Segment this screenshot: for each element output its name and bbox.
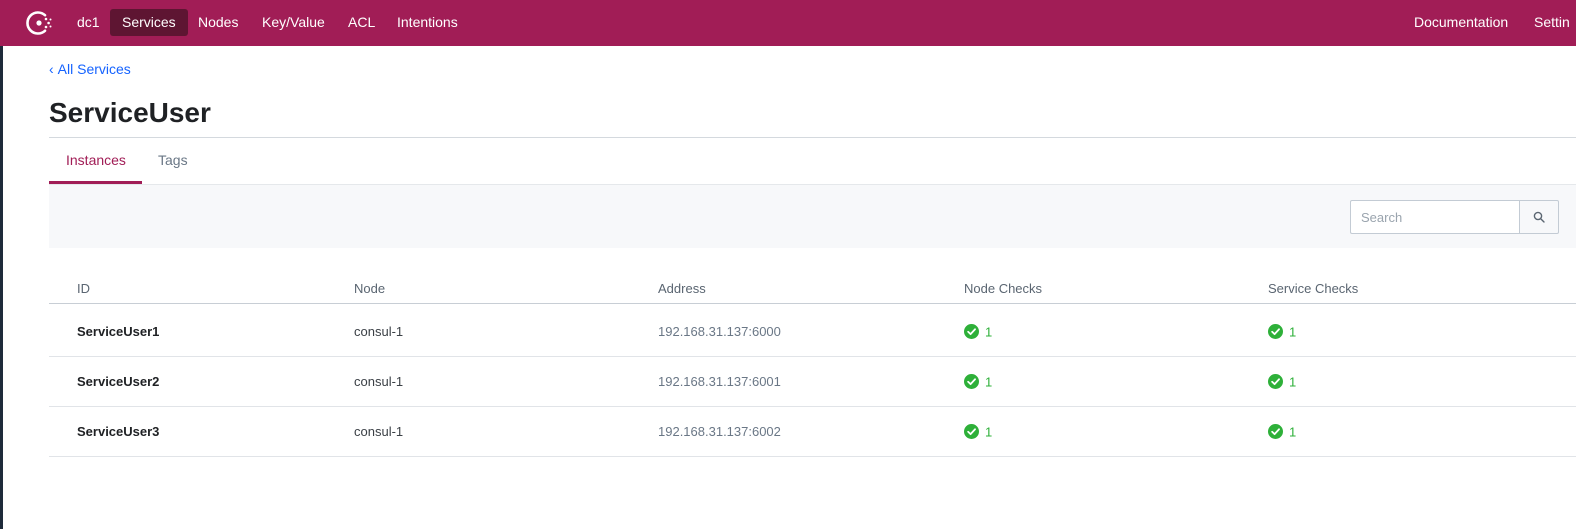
service-checks-count: 1 bbox=[1289, 324, 1297, 340]
nav-acl[interactable]: ACL bbox=[336, 9, 387, 36]
page-title: ServiceUser bbox=[49, 97, 211, 128]
nav-intentions[interactable]: Intentions bbox=[385, 9, 470, 36]
instance-address: 192.168.31.137:6001 bbox=[658, 374, 781, 389]
nav-documentation[interactable]: Documentation bbox=[1402, 9, 1520, 36]
check-circle-icon bbox=[964, 423, 979, 439]
instance-address: 192.168.31.137:6000 bbox=[658, 324, 781, 339]
consul-logo-icon[interactable] bbox=[24, 8, 54, 38]
nav-key-value[interactable]: Key/Value bbox=[250, 9, 337, 36]
node-checks-count: 1 bbox=[985, 424, 993, 440]
check-circle-icon bbox=[1268, 423, 1283, 439]
service-checks-count: 1 bbox=[1289, 424, 1297, 440]
nav-settings[interactable]: Settin bbox=[1522, 9, 1576, 36]
service-checks-count: 1 bbox=[1289, 374, 1297, 390]
column-header-node[interactable]: Node bbox=[354, 281, 385, 296]
tab-instances[interactable]: Instances bbox=[66, 152, 126, 168]
check-circle-icon bbox=[1268, 323, 1283, 339]
title-divider bbox=[49, 137, 1576, 138]
nav-services[interactable]: Services bbox=[110, 9, 188, 36]
node-checks-count: 1 bbox=[985, 374, 993, 390]
nav-nodes[interactable]: Nodes bbox=[186, 9, 250, 36]
instance-node: consul-1 bbox=[354, 374, 404, 389]
column-header-node-checks[interactable]: Node Checks bbox=[964, 281, 1042, 296]
window-edge bbox=[0, 46, 3, 529]
node-checks-status: 1 bbox=[964, 407, 992, 457]
column-header-id[interactable]: ID bbox=[77, 281, 90, 296]
instance-id[interactable]: ServiceUser3 bbox=[77, 407, 159, 457]
column-header-address[interactable]: Address bbox=[658, 281, 706, 296]
instance-node: consul-1 bbox=[354, 324, 404, 339]
node-checks-status: 1 bbox=[964, 307, 992, 357]
tab-tags[interactable]: Tags bbox=[158, 152, 188, 168]
check-circle-icon bbox=[1268, 373, 1283, 389]
datacenter-selector[interactable]: dc1 bbox=[65, 9, 112, 36]
top-navigation: dc1 Services Nodes Key/Value ACL Intenti… bbox=[0, 0, 1576, 46]
service-checks-status: 1 bbox=[1268, 407, 1296, 457]
instance-id[interactable]: ServiceUser1 bbox=[77, 307, 159, 357]
table-header-divider bbox=[49, 303, 1576, 304]
column-header-service-checks[interactable]: Service Checks bbox=[1268, 281, 1358, 296]
node-checks-status: 1 bbox=[964, 357, 992, 407]
node-checks-count: 1 bbox=[985, 324, 993, 340]
service-checks-status: 1 bbox=[1268, 357, 1296, 407]
table-row[interactable]: ServiceUser2 consul-1 192.168.31.137:600… bbox=[49, 357, 1576, 407]
breadcrumb[interactable]: ‹ All Services bbox=[49, 61, 131, 77]
instance-id[interactable]: ServiceUser2 bbox=[77, 357, 159, 407]
instance-node: consul-1 bbox=[354, 424, 404, 439]
table-row[interactable]: ServiceUser3 consul-1 192.168.31.137:600… bbox=[49, 407, 1576, 457]
search-button[interactable] bbox=[1519, 200, 1559, 234]
instance-address: 192.168.31.137:6002 bbox=[658, 424, 781, 439]
check-circle-icon bbox=[964, 373, 979, 389]
table-row[interactable]: ServiceUser1 consul-1 192.168.31.137:600… bbox=[49, 307, 1576, 357]
search-input[interactable] bbox=[1350, 200, 1520, 234]
filter-bar bbox=[49, 185, 1576, 248]
check-circle-icon bbox=[964, 323, 979, 339]
search-icon bbox=[1533, 211, 1545, 223]
service-checks-status: 1 bbox=[1268, 307, 1296, 357]
breadcrumb-all-services[interactable]: All Services bbox=[58, 61, 131, 77]
chevron-left-icon: ‹ bbox=[49, 61, 54, 77]
